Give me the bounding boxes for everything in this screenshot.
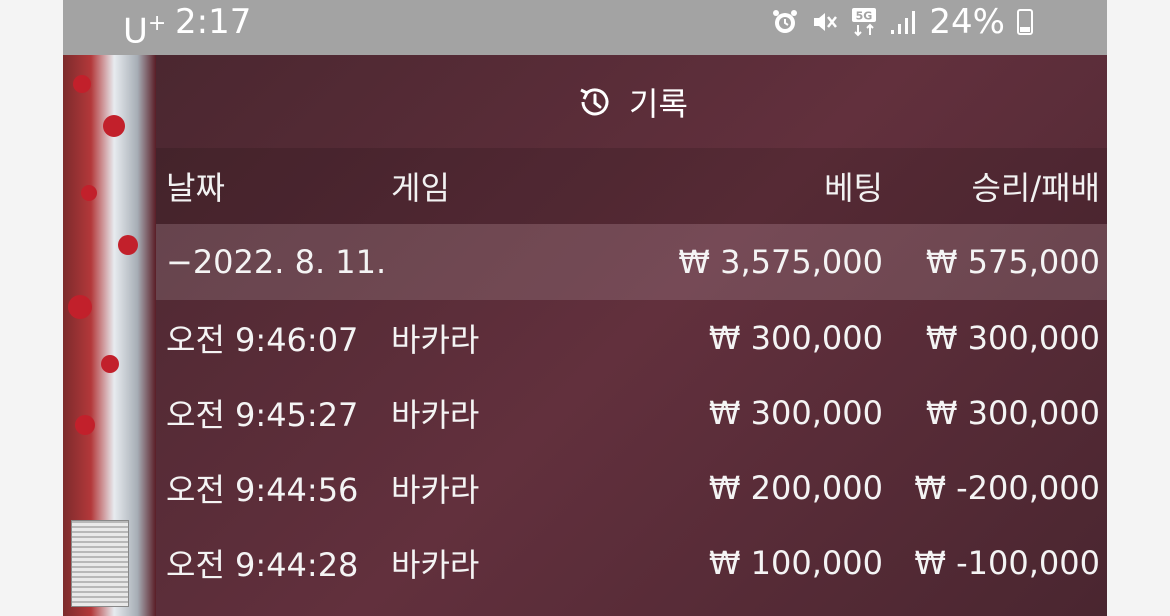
row-result: ₩ 300,000	[925, 318, 1100, 357]
row-result: ₩ -100,000	[914, 543, 1100, 582]
panel-title: 기록	[629, 84, 688, 123]
group-bet-total: ₩ 3,575,000	[678, 243, 883, 281]
group-result-total: ₩ 575,000	[925, 243, 1100, 281]
5g-icon: 5G	[851, 6, 877, 38]
alarm-icon	[771, 6, 799, 38]
row-time: 오전 9:46:07	[166, 320, 359, 359]
column-date: 날짜	[166, 169, 225, 207]
row-game: 바카라	[391, 545, 480, 584]
status-icons: 5G 24%	[771, 2, 1033, 42]
table-row[interactable]: 오전 9:46:07 바카라 ₩ 300,000 ₩ 300,000	[156, 300, 1107, 375]
background-decoration	[63, 55, 156, 616]
carrier-label: U+	[123, 11, 167, 52]
group-date: −2022. 8. 11.	[166, 243, 387, 281]
battery-percent: 24%	[929, 2, 1005, 42]
table-header: 날짜 게임 베팅 승리/패배	[156, 148, 1107, 224]
row-result: ₩ 300,000	[925, 393, 1100, 432]
column-result: 승리/패배	[971, 169, 1100, 207]
row-result: ₩ -200,000	[914, 468, 1100, 507]
row-game: 바카라	[391, 395, 480, 434]
table-row[interactable]: 오전 9:44:28 바카라 ₩ 100,000 ₩ -100,000	[156, 525, 1107, 600]
status-bar: U+ 2:17 5G 24%	[63, 0, 1107, 55]
row-time: 오전 9:44:56	[166, 470, 359, 509]
panel-header: 기록	[156, 55, 1107, 148]
signal-icon	[889, 6, 917, 38]
status-time: 2:17	[175, 2, 252, 42]
svg-text:5G: 5G	[856, 10, 873, 23]
column-game: 게임	[391, 169, 450, 207]
history-panel: 기록 날짜 게임 베팅 승리/패배 −2022. 8. 11. ₩ 3,575,…	[156, 55, 1107, 616]
row-game: 바카라	[391, 470, 480, 509]
card-shoe	[71, 520, 129, 607]
row-bet: ₩ 100,000	[708, 543, 883, 582]
battery-icon	[1017, 9, 1033, 35]
row-time: 오전 9:45:27	[166, 395, 359, 434]
row-bet: ₩ 300,000	[708, 318, 883, 357]
row-bet: ₩ 200,000	[708, 468, 883, 507]
row-game: 바카라	[391, 320, 480, 359]
table-row[interactable]: 오전 9:45:27 바카라 ₩ 300,000 ₩ 300,000	[156, 375, 1107, 450]
row-bet: ₩ 300,000	[708, 393, 883, 432]
row-time: 오전 9:44:28	[166, 545, 359, 584]
table-row[interactable]: 오전 9:44:56 바카라 ₩ 200,000 ₩ -200,000	[156, 450, 1107, 525]
history-list: 오전 9:46:07 바카라 ₩ 300,000 ₩ 300,000 오전 9:…	[156, 300, 1107, 600]
mute-icon	[811, 6, 839, 38]
phone-screen: U+ 2:17 5G 24% 기록 날짜 게임 베팅 승리/패배 −2022. …	[63, 0, 1107, 616]
date-group-row[interactable]: −2022. 8. 11. ₩ 3,575,000 ₩ 575,000	[156, 224, 1107, 300]
history-icon	[580, 87, 609, 115]
column-bet: 베팅	[824, 169, 883, 207]
